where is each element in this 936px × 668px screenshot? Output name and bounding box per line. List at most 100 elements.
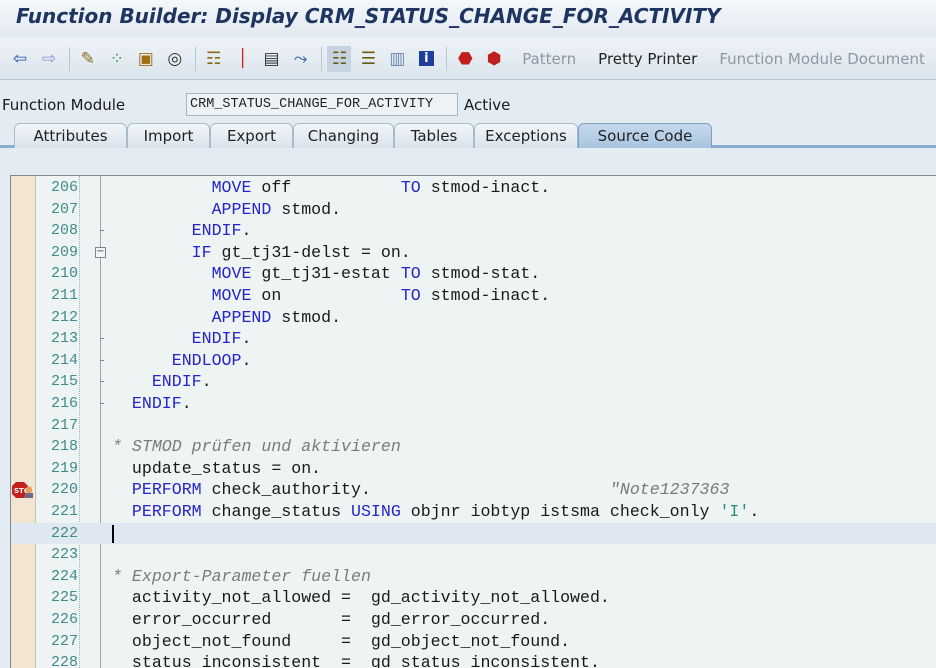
comment: "Note1237363 — [609, 480, 730, 500]
toolbar-divider — [194, 46, 196, 71]
navigate-icon[interactable]: ⤳ — [289, 46, 313, 72]
code-text: status_inconsistent = gd_status_inconsis… — [112, 653, 600, 668]
tab-changing[interactable]: Changing — [293, 123, 394, 148]
code-line[interactable]: 217 — [11, 415, 936, 437]
window-title: Function Builder: Display CRM_STATUS_CHA… — [0, 0, 936, 36]
code-token: error_occurred = gd_error_occurred. — [112, 610, 551, 629]
toolbar-divider — [320, 46, 322, 71]
window-icon[interactable]: ▥ — [385, 46, 409, 72]
code-text: PERFORM change_status USING objnr iobtyp… — [112, 502, 759, 521]
pattern-button[interactable]: Pattern — [522, 50, 576, 68]
code-line[interactable]: 228 status_inconsistent = gd_status_inco… — [11, 652, 936, 668]
tab-tables[interactable]: Tables — [394, 123, 474, 148]
code-line[interactable]: 215 ENDIF. — [11, 371, 936, 393]
info-icon[interactable]: i — [414, 46, 438, 72]
stack-icon[interactable]: ☰ — [356, 46, 380, 72]
code-line[interactable]: 221 PERFORM change_status USING objnr io… — [11, 501, 936, 523]
code-line[interactable]: 213 ENDIF. — [11, 328, 936, 350]
code-line[interactable]: 208 ENDIF. — [11, 220, 936, 242]
collapse-block-icon[interactable]: − — [95, 246, 106, 258]
line-number: 226 — [50, 611, 78, 628]
keyword: MOVE — [211, 286, 252, 305]
line-number: 217 — [50, 416, 78, 434]
code-token: stmod-inact. — [420, 178, 551, 197]
tab-import[interactable]: Import — [127, 123, 210, 148]
line-number: 219 — [50, 459, 78, 477]
session-breakpoint-icon[interactable]: STOP — [12, 481, 35, 499]
code-line[interactable]: 224 * Export-Parameter fuellen — [11, 566, 936, 588]
code-line[interactable]: 218 * STMOD prüfen und aktivieren — [11, 436, 936, 458]
code-line[interactable]: 206 MOVE off TO stmod-inact. — [11, 177, 936, 199]
code-text: * STMOD prüfen und aktivieren — [112, 437, 401, 456]
code-token: update_status = on. — [112, 458, 322, 478]
code-line[interactable]: 222 — [11, 522, 936, 545]
edit-pencil-icon[interactable]: ✎ — [76, 46, 100, 72]
line-number: 215 — [50, 373, 78, 391]
text-cursor — [112, 524, 114, 543]
code-text: APPEND stmod. — [112, 308, 341, 327]
keyword: ENDLOOP — [171, 350, 242, 370]
line-number: 214 — [50, 351, 78, 369]
code-line[interactable]: 209 − IF gt_tj31-delst = on. — [11, 242, 936, 264]
stop-user-icon[interactable]: ⬢ — [482, 46, 506, 72]
code-line[interactable]: 214 ENDLOOP. — [11, 350, 936, 372]
code-line[interactable]: 207 APPEND stmod. — [11, 199, 936, 221]
tab-export[interactable]: Export — [210, 123, 293, 148]
toolbar-divider — [68, 46, 70, 71]
tab-source-code[interactable]: Source Code — [578, 123, 712, 148]
source-code-editor[interactable]: 206 MOVE off TO stmod-inact. 207 APPEND s… — [10, 175, 936, 668]
tab-strip: Attributes Import Export Changing Tables… — [0, 121, 936, 148]
keyword: ENDIF — [191, 221, 242, 241]
code-token: stmod-stat. — [420, 264, 541, 284]
code-text: object_not_found = gd_object_not_found. — [112, 632, 570, 651]
line-number: 206 — [50, 179, 78, 196]
code-line[interactable]: STOP 220 PERFORM check_authority. "Note12… — [11, 479, 936, 501]
code-token: gt_tj31-delst = on. — [211, 242, 411, 262]
object-list-icon[interactable]: ☶ — [202, 46, 226, 72]
back-arrow-icon[interactable]: ⇦ — [8, 46, 32, 72]
code-line[interactable]: 225 activity_not_allowed = gd_activity_n… — [11, 587, 936, 609]
hierarchy-icon[interactable]: ☷ — [327, 45, 352, 72]
code-line[interactable]: 223 — [11, 544, 936, 566]
code-line[interactable]: 210 MOVE gt_tj31-estat TO stmod-stat. — [11, 263, 936, 285]
code-token: stmod. — [271, 307, 342, 327]
block-end-marker — [100, 338, 104, 340]
code-token: . — [201, 372, 212, 392]
tab-exceptions[interactable]: Exceptions — [474, 123, 578, 148]
line-number: 209 — [50, 243, 78, 261]
display-object-icon[interactable]: ▤ — [260, 46, 284, 72]
function-module-label: Function Module — [2, 96, 126, 114]
line-number: 218 — [50, 438, 78, 456]
breakpoint-icon[interactable]: │ — [231, 46, 255, 72]
function-module-field[interactable]: CRM_STATUS_CHANGE_FOR_ACTIVITY — [186, 93, 458, 116]
code-line[interactable]: 212 APPEND stmod. — [11, 307, 936, 329]
code-line[interactable]: 219 update_status = on. — [11, 458, 936, 480]
line-number: 220 — [50, 481, 78, 499]
pretty-printer-button[interactable]: Pretty Printer — [598, 50, 697, 68]
code-text: APPEND stmod. — [112, 200, 341, 219]
forward-arrow-icon[interactable]: ⇨ — [37, 46, 61, 72]
tab-attributes[interactable]: Attributes — [14, 123, 127, 148]
check-icon[interactable]: ⁘ — [105, 46, 129, 72]
code-line[interactable]: 226 error_occurred = gd_error_occurred. — [11, 609, 936, 631]
keyword: TO — [400, 264, 421, 284]
line-number: 228 — [50, 654, 78, 668]
stop-session-icon[interactable]: ⬣ — [453, 46, 477, 72]
keyword: APPEND — [211, 199, 272, 219]
activate-icon[interactable]: ▣ — [134, 46, 158, 72]
function-module-documentation-button[interactable]: Function Module Document — [719, 50, 925, 68]
where-used-icon[interactable]: ◎ — [163, 46, 187, 72]
keyword: PERFORM — [131, 480, 202, 500]
code-line[interactable]: 216 ENDIF. — [11, 393, 936, 415]
code-line[interactable]: 211 MOVE on TO stmod-inact. — [11, 285, 936, 307]
code-token: stmod. — [271, 199, 342, 219]
code-line[interactable]: 227 object_not_found = gd_object_not_fou… — [11, 631, 936, 653]
